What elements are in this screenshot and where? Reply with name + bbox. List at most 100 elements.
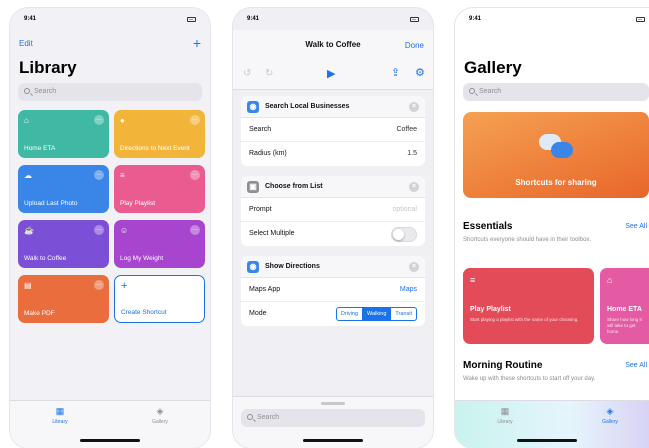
action-title: Choose from List	[265, 183, 323, 190]
shortcut-tile-walk-to-coffee[interactable]: ☕ … Walk to Coffee	[18, 220, 109, 268]
param-row-radius[interactable]: Radius (km) 1.5	[241, 142, 425, 166]
map-icon: ◉	[247, 261, 259, 273]
gallery-card-home-eta[interactable]: ⌂ Home ETA Share how long it will take t…	[600, 268, 649, 344]
param-label: Search	[249, 126, 272, 133]
card-description: Start playing a playlist with the name o…	[470, 317, 579, 322]
shortcut-tile-play-playlist[interactable]: ≡ … Play Playlist	[114, 165, 205, 213]
status-time: 9:41	[247, 16, 260, 22]
action-card-choose-from-list[interactable]: ▣ Choose from List × Prompt optional Sel…	[241, 176, 425, 246]
status-bar: 9:41	[469, 16, 649, 26]
action-card-search-businesses[interactable]: ◉ Search Local Businesses × Search Coffe…	[241, 96, 425, 166]
more-icon[interactable]: …	[190, 170, 200, 180]
share-icon[interactable]: ⇪	[391, 66, 400, 79]
param-value[interactable]: 1.5	[407, 150, 417, 157]
param-placeholder[interactable]: optional	[392, 206, 417, 213]
param-label: Mode	[249, 310, 267, 317]
param-row-search[interactable]: Search Coffee	[241, 118, 425, 142]
tile-label: Create Shortcut	[121, 309, 167, 316]
more-icon[interactable]: …	[94, 280, 104, 290]
more-icon[interactable]: …	[94, 225, 104, 235]
done-button[interactable]: Done	[405, 41, 424, 50]
doc-icon: ▤	[24, 281, 32, 290]
mode-segmented-control[interactable]: Driving Walking Transit	[335, 307, 417, 321]
create-shortcut-button[interactable]: + Create Shortcut	[114, 275, 205, 323]
shortcut-tile-home-eta[interactable]: ⌂ … Home ETA	[18, 110, 109, 158]
editor-screen: 9:41 Walk to Coffee Done ↺ ↻ ▶ ⇪ ⚙ ◉ Sea…	[233, 8, 433, 448]
home-indicator	[303, 439, 363, 442]
tab-library[interactable]: ▦ Library	[485, 406, 525, 426]
home-indicator	[80, 439, 140, 442]
drag-handle[interactable]	[321, 402, 345, 405]
edit-button[interactable]: Edit	[19, 39, 33, 48]
action-card-show-directions[interactable]: ◉ Show Directions × Maps App Maps Mode D…	[241, 256, 425, 326]
editor-title: Walk to Coffee	[305, 40, 361, 49]
search-icon	[24, 88, 30, 94]
banner-label: Shortcuts for sharing	[515, 178, 597, 187]
gallery-screen: 9:41 Gallery Search Shortcuts for sharin…	[455, 8, 649, 448]
search-input[interactable]: Search	[18, 83, 202, 101]
tab-label: Library	[497, 419, 513, 425]
param-row-mode[interactable]: Mode Driving Walking Transit	[241, 302, 425, 326]
grid-icon: ▦	[55, 406, 65, 416]
param-value[interactable]: Maps	[400, 286, 417, 293]
page-title: Library	[19, 58, 77, 77]
action-search-input[interactable]: Search	[241, 409, 425, 427]
screenshot-stage: 9:41 Edit + Library Search ⌂ … Home ETA …	[0, 0, 649, 448]
shortcut-tile-log-weight[interactable]: ☺ … Log My Weight	[114, 220, 205, 268]
shortcut-tile-directions[interactable]: ● … Directions to Next Event	[114, 110, 205, 158]
tab-library[interactable]: ▦ Library	[40, 406, 80, 426]
see-all-essentials-link[interactable]: See All	[625, 223, 647, 230]
list-icon: ≡	[120, 171, 125, 180]
library-screen: 9:41 Edit + Library Search ⌂ … Home ETA …	[10, 8, 210, 448]
pin-icon: ●	[120, 116, 125, 125]
param-row-select-multiple[interactable]: Select Multiple	[241, 222, 425, 246]
segment-transit[interactable]: Transit	[390, 308, 416, 320]
more-icon[interactable]: …	[190, 225, 200, 235]
play-icon[interactable]: ▶	[327, 67, 335, 80]
segment-driving[interactable]: Driving	[337, 308, 362, 320]
more-icon[interactable]: …	[94, 170, 104, 180]
tile-label: Make PDF	[24, 310, 55, 317]
home-indicator	[517, 439, 577, 442]
settings-icon[interactable]: ⚙	[415, 66, 425, 79]
shortcut-tile-upload-photo[interactable]: ☁ … Upload Last Photo	[18, 165, 109, 213]
remove-action-icon[interactable]: ×	[409, 182, 419, 192]
featured-banner[interactable]: Shortcuts for sharing	[463, 112, 649, 198]
tab-gallery[interactable]: ◈ Gallery	[590, 407, 630, 426]
plus-icon: +	[121, 280, 128, 292]
gallery-card-play-playlist[interactable]: ≡ Play Playlist Start playing a playlist…	[463, 268, 594, 344]
see-all-morning-link[interactable]: See All	[625, 362, 647, 369]
search-input[interactable]: Search	[463, 83, 649, 101]
select-multiple-toggle[interactable]	[391, 227, 417, 242]
tab-label: Library	[52, 419, 68, 425]
param-label: Maps App	[249, 286, 281, 293]
tab-gallery[interactable]: ◈ Gallery	[140, 407, 180, 426]
section-title-essentials: Essentials	[463, 221, 513, 232]
action-title: Show Directions	[265, 263, 320, 270]
remove-action-icon[interactable]: ×	[409, 102, 419, 112]
param-value[interactable]: Coffee	[397, 126, 418, 133]
segment-walking[interactable]: Walking	[362, 308, 391, 320]
more-icon[interactable]: …	[190, 115, 200, 125]
tile-label: Play Playlist	[120, 200, 156, 207]
map-icon: ◉	[247, 101, 259, 113]
param-row-maps-app[interactable]: Maps App Maps	[241, 278, 425, 302]
param-label: Prompt	[249, 206, 272, 213]
section-subtitle: Shortcuts everyone should have in their …	[463, 237, 592, 243]
search-placeholder: Search	[34, 88, 57, 95]
param-row-prompt[interactable]: Prompt optional	[241, 198, 425, 222]
add-shortcut-button[interactable]: +	[193, 35, 201, 51]
editor-nav-bar: Walk to Coffee Done ↺ ↻ ▶ ⇪ ⚙	[233, 30, 433, 90]
shortcut-tile-make-pdf[interactable]: ▤ … Make PDF	[18, 275, 109, 323]
remove-action-icon[interactable]: ×	[409, 262, 419, 272]
undo-icon[interactable]: ↺	[243, 68, 251, 79]
more-icon[interactable]: …	[94, 115, 104, 125]
tile-label: Log My Weight	[120, 255, 164, 262]
action-header: ◉ Show Directions ×	[241, 256, 425, 278]
status-time: 9:41	[24, 16, 37, 22]
battery-icon	[636, 17, 645, 22]
redo-icon[interactable]: ↻	[265, 68, 273, 79]
tile-label: Directions to Next Event	[120, 145, 190, 152]
grid-icon: ▦	[500, 406, 510, 416]
page-title: Gallery	[464, 58, 522, 77]
